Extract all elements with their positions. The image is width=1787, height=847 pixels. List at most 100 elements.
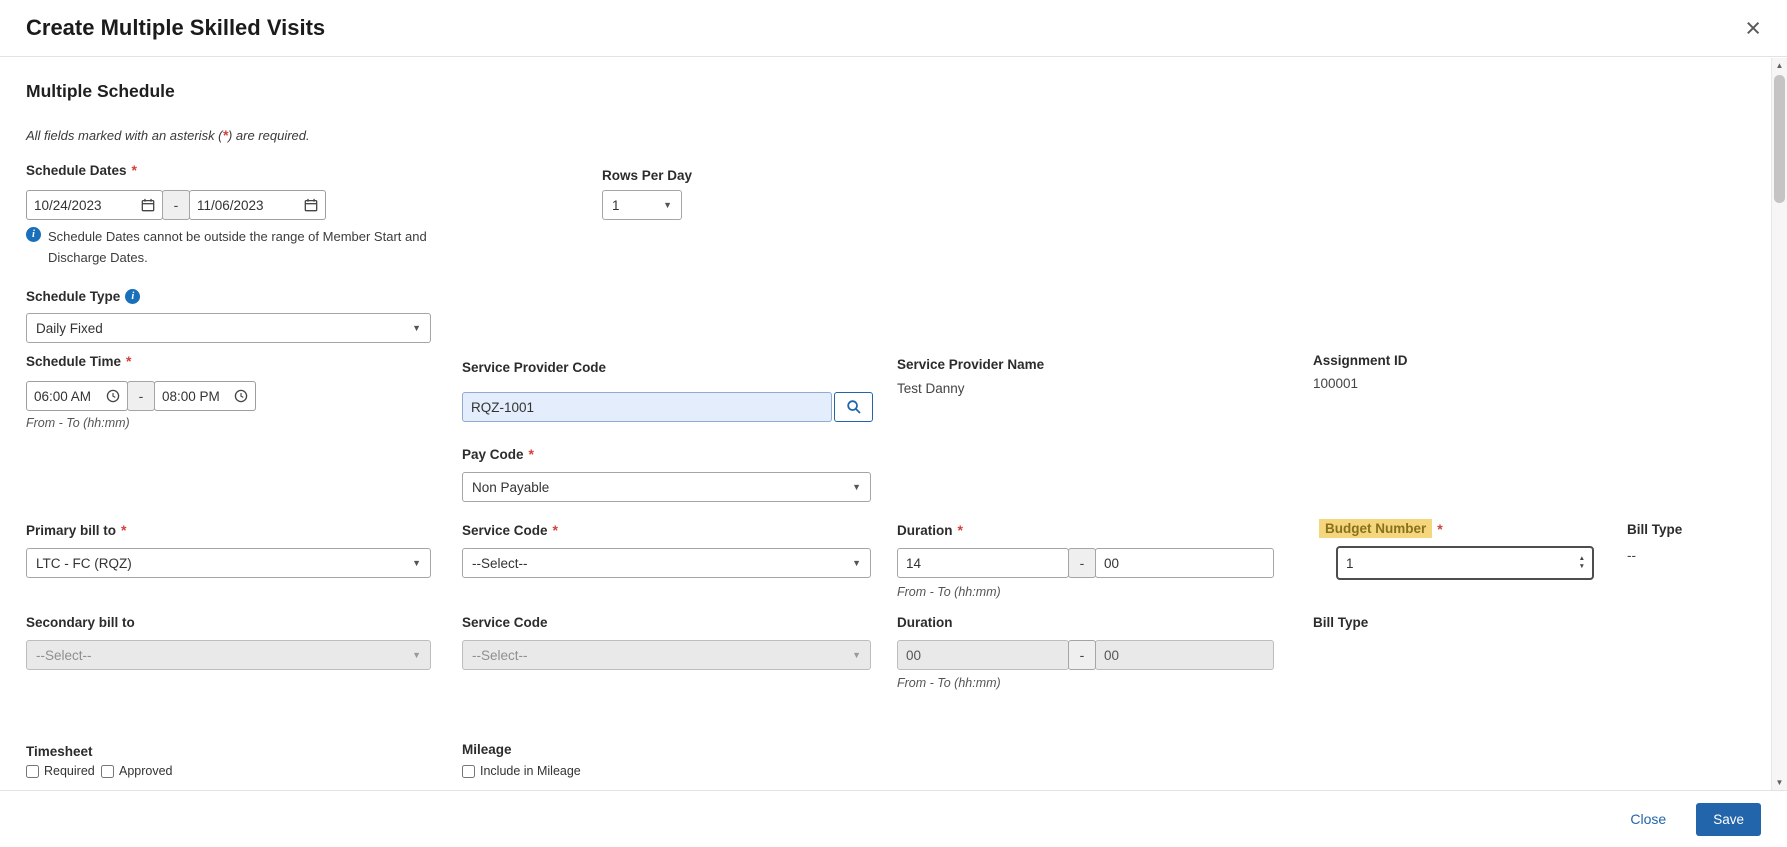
chevron-down-icon: ▼ (663, 200, 672, 210)
budget-number-label-row: Budget Number * (1319, 519, 1443, 538)
required-asterisk: * (552, 522, 558, 538)
search-button[interactable] (834, 392, 873, 422)
primary-service-code-label: Service Code (462, 522, 548, 538)
pay-code-label: Pay Code (462, 446, 524, 462)
end-date-value: 11/06/2023 (197, 197, 264, 213)
schedule-time-label: Schedule Time (26, 353, 122, 369)
schedule-dates-label: Schedule Dates (26, 162, 127, 178)
date-range-separator: - (162, 190, 190, 220)
spinner-up-icon[interactable]: ▲ (1579, 555, 1585, 563)
start-date-input[interactable]: 10/24/2023 (26, 190, 163, 220)
pay-code-label-row: Pay Code * (462, 446, 534, 462)
include-in-mileage-label: Include in Mileage (480, 764, 581, 778)
chevron-down-icon: ▼ (412, 650, 421, 660)
rows-per-day-value: 1 (612, 197, 620, 213)
time-range-separator: - (127, 381, 155, 411)
primary-bill-to-select[interactable]: LTC - FC (RQZ) ▼ (26, 548, 431, 578)
end-time-value: 08:00 PM (162, 388, 220, 404)
service-provider-code-input[interactable] (462, 392, 832, 422)
timesheet-required-checkbox[interactable]: Required (26, 764, 95, 778)
duration-separator: - (1068, 640, 1096, 670)
rows-per-day-label: Rows Per Day (602, 168, 693, 183)
primary-duration-hours-input[interactable] (897, 548, 1069, 578)
pay-code-select[interactable]: Non Payable ▼ (462, 472, 871, 502)
secondary-bill-type-label: Bill Type (1313, 615, 1369, 630)
schedule-type-label: Schedule Type (26, 289, 121, 304)
secondary-bill-to-select: --Select-- ▼ (26, 640, 431, 670)
primary-bill-to-label: Primary bill to (26, 522, 117, 538)
dash-glyph: - (1079, 555, 1085, 571)
primary-duration-range: - (897, 548, 1274, 578)
vertical-scrollbar[interactable]: ▲ ▼ (1771, 58, 1787, 790)
start-time-input[interactable]: 06:00 AM (26, 381, 128, 411)
close-icon[interactable]: × (1745, 14, 1761, 42)
chevron-down-icon: ▼ (412, 323, 421, 333)
end-time-input[interactable]: 08:00 PM (154, 381, 256, 411)
dash-glyph: - (1079, 647, 1085, 663)
primary-duration-hint: From - To (hh:mm) (897, 585, 1001, 599)
assignment-id-value: 100001 (1313, 376, 1359, 391)
calendar-icon[interactable] (141, 198, 155, 212)
schedule-time-hint: From - To (hh:mm) (26, 416, 130, 430)
chevron-down-icon: ▼ (852, 558, 861, 568)
required-checkbox-input[interactable] (26, 764, 39, 778)
chevron-down-icon: ▼ (852, 482, 861, 492)
timesheet-approved-checkbox[interactable]: Approved (101, 764, 173, 778)
duration-separator: - (1068, 548, 1096, 578)
schedule-type-select[interactable]: Daily Fixed ▼ (26, 313, 431, 343)
chevron-down-icon: ▼ (852, 650, 861, 660)
required-asterisk: * (121, 522, 127, 538)
primary-duration-label-row: Duration * (897, 522, 963, 538)
primary-duration-minutes-input[interactable] (1095, 548, 1274, 578)
required-note: All fields marked with an asterisk (*) a… (26, 127, 310, 143)
end-date-input[interactable]: 11/06/2023 (189, 190, 326, 220)
mileage-label: Mileage (462, 742, 512, 757)
schedule-type-label-row: Schedule Type i (26, 289, 141, 304)
service-provider-name-label: Service Provider Name (897, 357, 1045, 372)
info-icon[interactable]: i (125, 289, 141, 304)
clock-icon[interactable] (106, 389, 120, 403)
include-in-mileage-checkbox-input[interactable] (462, 764, 475, 778)
schedule-dates-info-text: Schedule Dates cannot be outside the ran… (48, 229, 427, 265)
budget-number-field[interactable] (1338, 549, 1579, 577)
primary-service-code-value: --Select-- (472, 555, 528, 571)
number-spinner[interactable]: ▲ ▼ (1579, 555, 1592, 571)
secondary-service-code-value: --Select-- (472, 647, 528, 663)
required-asterisk: * (1437, 520, 1443, 537)
schedule-dates-info-note: i Schedule Dates cannot be outside the r… (26, 227, 471, 268)
rows-per-day-select[interactable]: 1 ▼ (602, 190, 682, 220)
schedule-time-range: 06:00 AM - 08:00 PM (26, 381, 256, 411)
budget-number-input[interactable]: ▲ ▼ (1336, 546, 1594, 580)
schedule-dates-range: 10/24/2023 - 11/06/2023 (26, 190, 326, 220)
secondary-service-code-select: --Select-- ▼ (462, 640, 871, 670)
spinner-down-icon[interactable]: ▼ (1579, 563, 1585, 571)
primary-duration-label: Duration (897, 522, 953, 538)
close-button[interactable]: Close (1630, 811, 1666, 827)
calendar-icon[interactable] (304, 198, 318, 212)
primary-service-code-select[interactable]: --Select-- ▼ (462, 548, 871, 578)
required-asterisk: * (528, 446, 534, 462)
include-in-mileage-checkbox[interactable]: Include in Mileage (462, 764, 581, 778)
secondary-bill-to-value: --Select-- (36, 647, 92, 663)
approved-checkbox-label: Approved (119, 764, 173, 778)
primary-bill-to-label-row: Primary bill to * (26, 522, 126, 538)
required-asterisk: * (131, 162, 137, 178)
schedule-type-value: Daily Fixed (36, 320, 103, 336)
secondary-duration-hint: From - To (hh:mm) (897, 676, 1001, 690)
clock-icon[interactable] (234, 389, 248, 403)
section-title: Multiple Schedule (26, 81, 175, 101)
pay-code-value: Non Payable (472, 479, 550, 495)
budget-number-label: Budget Number (1319, 519, 1433, 538)
scrollbar-thumb[interactable] (1774, 75, 1785, 203)
start-date-value: 10/24/2023 (34, 197, 102, 213)
service-provider-code-row (462, 392, 873, 422)
service-provider-code-label: Service Provider Code (462, 360, 607, 375)
primary-bill-type-value: -- (1627, 548, 1636, 563)
scroll-down-icon[interactable]: ▼ (1772, 775, 1787, 790)
required-note-suffix: ) are required. (227, 128, 310, 143)
scroll-up-icon[interactable]: ▲ (1772, 58, 1787, 73)
save-button[interactable]: Save (1696, 802, 1761, 836)
service-provider-name-value: Test Danny (897, 381, 965, 396)
modal-header: Create Multiple Skilled Visits × (0, 0, 1787, 57)
approved-checkbox-input[interactable] (101, 764, 114, 778)
